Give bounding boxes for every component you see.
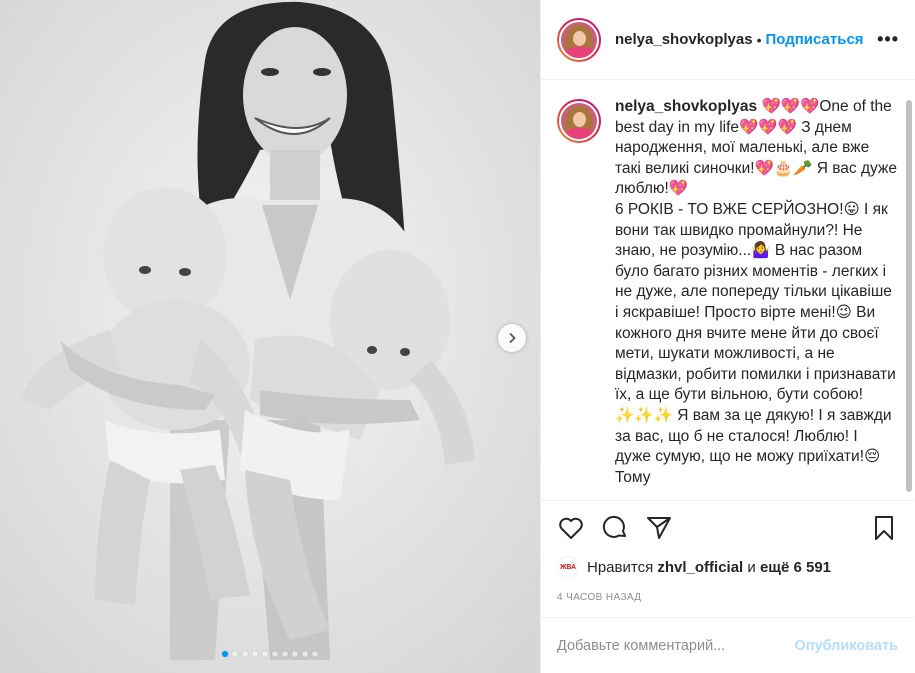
carousel-dot <box>272 651 278 657</box>
action-icons <box>557 501 898 555</box>
liker-avatar[interactable]: ЖВА <box>557 556 579 578</box>
actions-section: ЖВА Нравится zhvl_official и ещё 6 591 4… <box>541 500 914 610</box>
heart-icon[interactable] <box>557 514 585 542</box>
header-username[interactable]: nelya_shovkoplyas <box>615 31 753 48</box>
caption-area: nelya_shovkoplyas 💖💖💖One of the best day… <box>541 81 914 500</box>
post-side-panel: nelya_shovkoplyas • Подписаться ••• nely… <box>540 0 915 673</box>
likes-row: ЖВА Нравится zhvl_official и ещё 6 591 <box>557 555 898 579</box>
caption-avatar[interactable] <box>557 99 601 143</box>
carousel-dot <box>222 651 228 657</box>
next-photo-button[interactable] <box>498 324 526 352</box>
comment-icon[interactable] <box>601 514 629 542</box>
carousel-dots <box>0 651 540 657</box>
publish-button[interactable]: Опубликовать <box>794 638 898 654</box>
caption-text: nelya_shovkoplyas 💖💖💖One of the best day… <box>615 97 897 488</box>
likes-prefix: Нравится <box>587 558 654 576</box>
carousel-dot <box>312 651 318 657</box>
carousel-dot <box>232 651 238 657</box>
caption-body: 💖💖💖One of the best day in my life💖💖💖 З д… <box>615 98 897 486</box>
carousel-dot <box>262 651 268 657</box>
likes-conjunction: и <box>747 558 756 576</box>
post-photo[interactable] <box>0 0 540 673</box>
likes-count[interactable]: ещё 6 591 <box>760 559 831 576</box>
bookmark-icon[interactable] <box>870 514 898 542</box>
avatar[interactable] <box>557 17 601 62</box>
more-icon[interactable]: ••• <box>877 29 899 50</box>
share-icon[interactable] <box>645 514 673 542</box>
comment-box: Опубликовать <box>541 617 914 673</box>
caption-row: nelya_shovkoplyas 💖💖💖One of the best day… <box>557 97 898 488</box>
carousel-dot <box>302 651 308 657</box>
header-separator: • <box>756 31 762 48</box>
carousel-dot <box>242 651 248 657</box>
carousel-dot <box>282 651 288 657</box>
comment-input[interactable] <box>557 637 795 654</box>
carousel-dot <box>252 651 258 657</box>
follow-button[interactable]: Подписаться <box>765 31 863 48</box>
chevron-right-icon <box>509 332 516 344</box>
post-timestamp[interactable]: 4 ЧАСОВ НАЗАД <box>557 592 898 610</box>
caption-scrollbar[interactable] <box>906 100 912 492</box>
post-header: nelya_shovkoplyas • Подписаться ••• <box>541 0 915 80</box>
carousel-dot <box>292 651 298 657</box>
caption-username[interactable]: nelya_shovkoplyas <box>615 98 757 115</box>
liker-username[interactable]: zhvl_official <box>657 559 743 576</box>
photo-image <box>0 0 540 673</box>
